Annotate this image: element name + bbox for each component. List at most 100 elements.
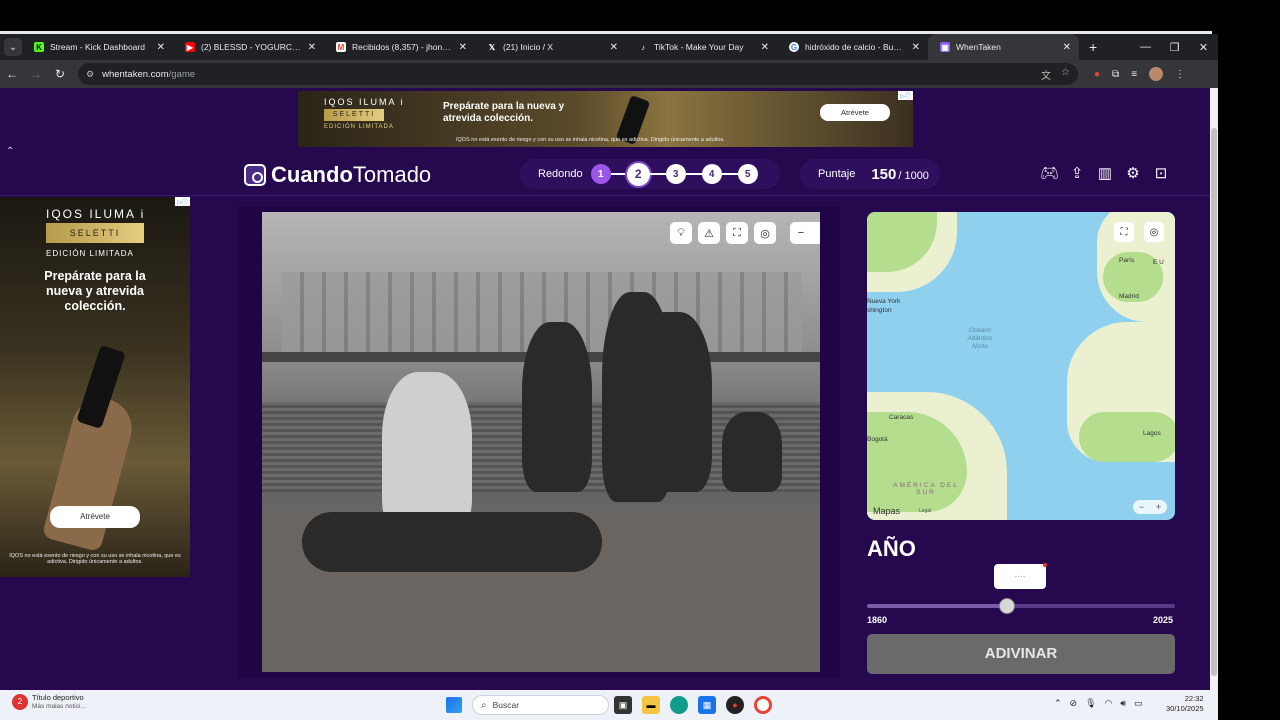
windows-start-icon[interactable] [446,697,462,713]
tab-kick[interactable]: K Stream - Kick Dashboard ✕ [22,34,173,60]
year-slider-knob[interactable] [999,598,1016,614]
logo-bold: Cuando [271,162,353,187]
media-icon[interactable]: ≡ [1131,69,1137,80]
close-tab-icon[interactable]: ✕ [761,42,769,53]
fullscreen-icon[interactable]: ⛶ [726,222,748,244]
file-explorer-icon[interactable]: ▬ [642,696,660,714]
map-legal[interactable]: Legal [919,508,931,514]
profile-avatar[interactable] [1149,67,1164,81]
extensions-puzzle-icon[interactable]: ⧉ [1112,69,1119,80]
chrome-icon[interactable] [754,696,772,714]
new-tab-icon[interactable]: + [1089,39,1097,55]
settings-gear-icon[interactable]: ⚙ [1124,164,1142,182]
reload-icon[interactable]: ↻ [48,67,72,81]
hint-lightbulb-icon[interactable]: 💡︎ [670,222,692,244]
close-tab-icon[interactable]: ✕ [610,42,618,53]
ad-banner-left[interactable]: IQOS ILUMA i SELETTI EDICIÓN LIMITADA Pr… [0,197,190,577]
report-warning-icon[interactable]: ⚠ [698,222,720,244]
youtube-icon: ▶ [185,42,195,52]
volume-icon[interactable]: 🔊︎ [1120,698,1126,709]
page-scrollbar[interactable] [1210,88,1218,690]
ad-legal: IQOS no está exento de riesgo y con su u… [456,137,725,143]
translate-icon[interactable]: 文 [1041,67,1051,82]
ad-cta-button[interactable]: Atrévete [50,506,140,528]
photo-zoom: − + [790,222,820,244]
url-field[interactable]: ⚙ whentaken.com/game 文 ☆ [78,63,1078,85]
close-window-icon[interactable]: ✕ [1189,41,1218,54]
close-tab-icon[interactable]: ✕ [459,42,467,53]
edge-icon[interactable] [670,696,688,714]
zoom-out-icon[interactable]: − [790,222,812,244]
map-label-lagos: Lagos [1143,430,1161,437]
close-tab-icon[interactable]: ✕ [1063,42,1071,53]
map-focus-icon[interactable]: ◎ [1144,222,1164,242]
store-icon[interactable]: ▦ [698,696,716,714]
menu-dots-icon[interactable]: ⋮ [1175,69,1185,80]
tab-tiktok[interactable]: ♪ TikTok - Make Your Day ✕ [626,34,777,60]
map-zoom-out-icon[interactable]: − [1139,502,1144,512]
tab-search-icon[interactable]: ⌄ [4,38,22,56]
ad-choices-icon[interactable]: ▷ⓘ [898,91,913,100]
focus-icon[interactable]: ◎ [754,222,776,244]
back-icon[interactable]: ← [0,67,24,81]
restore-icon[interactable]: ❐ [1160,41,1189,54]
guess-button[interactable]: ADIVINAR [867,634,1175,674]
map-brand: Mapas [873,506,900,516]
tab-label: (2) BLESSD - YOGURCITO 💜🔊 [201,41,302,52]
score-display: Puntaje 150 / 1000 [800,159,940,189]
page: IQOS ILUMA i SELETTI EDICIÓN LIMITADA Pr… [0,88,1210,690]
map-label-newyork: Nueva York [867,298,901,305]
bookmark-star-icon[interactable]: ☆ [1061,67,1070,82]
ad-brand: IQOS ILUMA i [324,97,405,107]
map[interactable]: París E U Nueva York shington Madrid Océ… [867,212,1175,520]
tray-app-icon[interactable]: ⊘ [1070,698,1078,709]
system-tray: ⌃ ⊘ 🎙︎ ◠ 🔊︎ ▭ [1054,698,1143,709]
year-min-label: 1860 [867,615,888,625]
gamepad-icon[interactable]: 🎮︎ [1040,164,1059,182]
score-label: Puntaje [818,168,856,180]
close-tab-icon[interactable]: ✕ [157,42,165,53]
microphone-icon[interactable]: 🎙︎ [1085,698,1096,709]
minimize-icon[interactable]: — [1131,41,1160,53]
site-info-icon[interactable]: ⚙ [86,69,94,80]
tab-whentaken[interactable]: ▣ WhenTaken ✕ [928,34,1079,60]
map-fullscreen-icon[interactable]: ⛶ [1114,222,1134,242]
ad-banner-top[interactable]: IQOS ILUMA i SELETTI EDICIÓN LIMITADA Pr… [298,91,913,147]
forward-icon[interactable]: → [24,67,48,81]
tab-x[interactable]: 𝕏 (21) Inicio / X ✕ [475,34,626,60]
tab-google[interactable]: G hidróxido de calcio - Buscar co ✕ [777,34,928,60]
taskbar-search-label: Buscar [492,700,520,710]
address-bar: ← → ↻ ⚙ whentaken.com/game 文 ☆ ● ⧉ ≡ ⋮ [0,60,1218,88]
profile-icon[interactable]: ⊡ [1152,164,1170,182]
tab-youtube[interactable]: ▶ (2) BLESSD - YOGURCITO 💜🔊 ✕ [173,34,324,60]
ad-cta-button[interactable]: Atrévete [820,104,890,121]
url-path: /game [168,68,196,80]
tray-chevron-icon[interactable]: ⌃ [1054,698,1062,709]
stats-chart-icon[interactable]: ▥ [1096,164,1114,182]
year-slider[interactable] [867,598,1175,614]
close-tab-icon[interactable]: ✕ [912,42,920,53]
battery-icon[interactable]: ▭ [1134,698,1143,709]
task-view-icon[interactable]: ▣ [614,696,632,714]
photo-panel: 💡︎ ⚠ ⛶ ◎ − + [238,206,840,678]
logo[interactable]: Cuando Tomado [244,162,431,188]
kick-icon: K [34,42,44,52]
app-icon[interactable]: ● [726,696,744,714]
tab-label: Stream - Kick Dashboard [50,42,145,52]
historic-photo[interactable]: 💡︎ ⚠ ⛶ ◎ − + [262,212,820,672]
tab-label: WhenTaken [956,42,1001,52]
close-tab-icon[interactable]: ✕ [308,42,316,53]
year-input[interactable]: .... [994,563,1047,589]
ad-choices-icon[interactable]: ▷ⓘ [175,197,190,206]
map-zoom-in-icon[interactable]: + [1156,502,1161,512]
taskbar-search[interactable]: ⌕ Buscar [472,695,609,715]
zoom-in-icon[interactable]: + [812,222,820,244]
tab-gmail[interactable]: M Recibidos (8,357) - jhonsantosp ✕ [324,34,475,60]
wifi-icon[interactable]: ◠ [1105,698,1113,709]
year-input-value: .... [1014,569,1026,580]
news-widget[interactable]: 2 Título deportivo Más malas notici... [12,693,86,710]
game-header: Cuando Tomado Redondo 1 2 3 4 5 Puntaje 1… [0,154,1210,196]
share-upload-icon[interactable]: ⇪ [1068,164,1086,182]
clock[interactable]: 22:32 30/10/2025 [1166,694,1204,714]
extension-icon[interactable]: ● [1094,69,1100,80]
